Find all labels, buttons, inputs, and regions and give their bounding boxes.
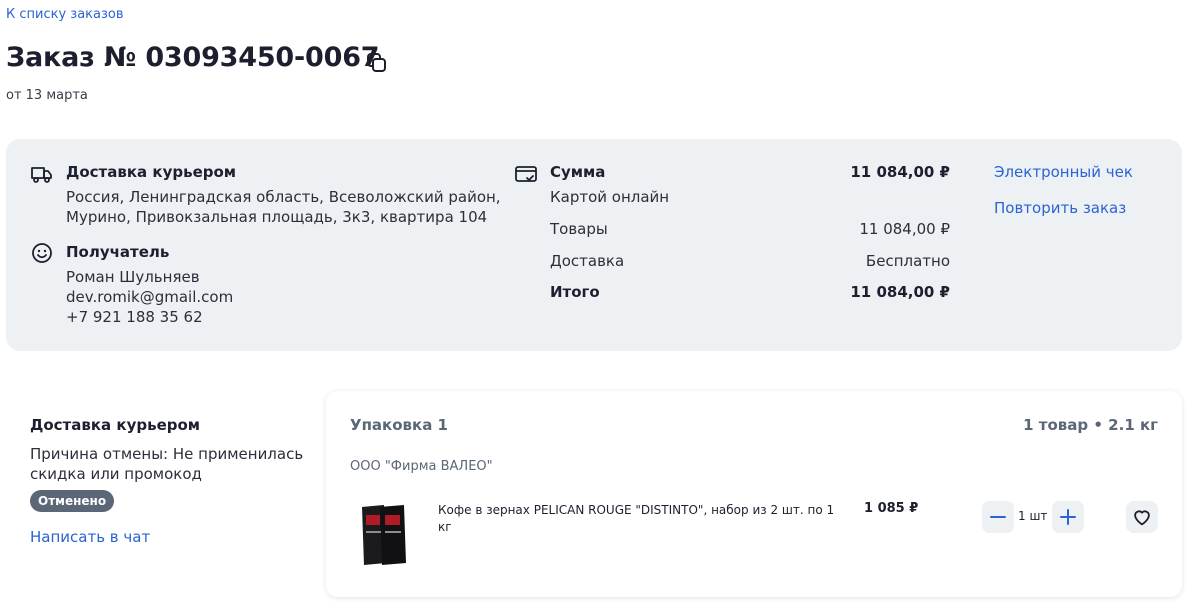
order-date: от 13 марта: [6, 88, 88, 103]
receipt-link[interactable]: Электронный чек: [994, 163, 1133, 181]
sum-value: 11 084,00 ₽: [850, 163, 950, 181]
delivery-title: Доставка курьером: [66, 163, 237, 181]
package-title: Упаковка 1: [350, 416, 448, 434]
total-value: 11 084,00 ₽: [850, 283, 950, 301]
heart-icon: [1134, 510, 1150, 526]
package-summary: 1 товар • 2.1 кг: [1023, 416, 1158, 434]
favorite-button[interactable]: [1126, 501, 1158, 533]
repeat-order-link[interactable]: Повторить заказ: [994, 199, 1126, 217]
goods-value: 11 084,00 ₽: [859, 220, 950, 238]
back-to-orders-link[interactable]: К списку заказов: [6, 7, 124, 22]
recipient-name: Роман Шульняев: [66, 268, 200, 286]
delivery-address-line1: Россия, Ленинградская область, Всеволожс…: [66, 188, 501, 206]
goods-label: Товары: [550, 220, 608, 238]
product-image[interactable]: [356, 501, 412, 567]
product-name-line1: Кофе в зернах PELICAN ROUGE "DISTINTO", …: [438, 503, 835, 517]
decrease-quantity-button[interactable]: [982, 501, 1014, 533]
credit-card-icon: [514, 162, 538, 186]
payment-method: Картой онлайн: [550, 188, 670, 206]
product-name[interactable]: Кофе в зернах PELICAN ROUGE "DISTINTO", …: [438, 502, 834, 536]
delivery-cost-value: Бесплатно: [865, 252, 950, 270]
sum-label: Сумма: [550, 163, 606, 181]
product-price: 1 085 ₽: [864, 501, 919, 516]
recipient-phone: +7 921 188 35 62: [66, 308, 203, 326]
package-card: Упаковка 1 1 товар • 2.1 кг ООО "Фирма В…: [326, 391, 1182, 597]
product-name-line2: кг: [438, 520, 452, 534]
delivery-cost-label: Доставка: [550, 252, 625, 270]
order-info-panel: Доставка курьером Россия, Ленинградская …: [6, 139, 1182, 351]
recipient-email: dev.romik@gmail.com: [66, 288, 234, 306]
minus-icon: [990, 516, 1006, 518]
smile-icon: [30, 241, 54, 265]
cancel-reason-line1: Причина отмены: Не применилась: [30, 445, 304, 463]
shipment-title: Доставка курьером: [30, 416, 201, 434]
delivery-address-line2: Мурино, Привокзальная площадь, 3к3, квар…: [66, 208, 488, 226]
plus-icon: [1060, 509, 1076, 525]
page-title: Заказ № 03093450-0067: [6, 42, 380, 73]
quantity-value: 1 шт: [1018, 509, 1048, 523]
increase-quantity-button[interactable]: [1052, 501, 1084, 533]
truck-icon: [30, 162, 54, 186]
seller-name: ООО "Фирма ВАЛЕО": [350, 459, 493, 474]
chat-link[interactable]: Написать в чат: [30, 528, 150, 546]
total-label: Итого: [550, 283, 600, 301]
cancel-reason-line2: скидка или промокод: [30, 465, 202, 483]
recipient-title: Получатель: [66, 243, 170, 261]
status-badge: Отменено: [30, 490, 115, 512]
copy-icon[interactable]: [366, 52, 388, 74]
